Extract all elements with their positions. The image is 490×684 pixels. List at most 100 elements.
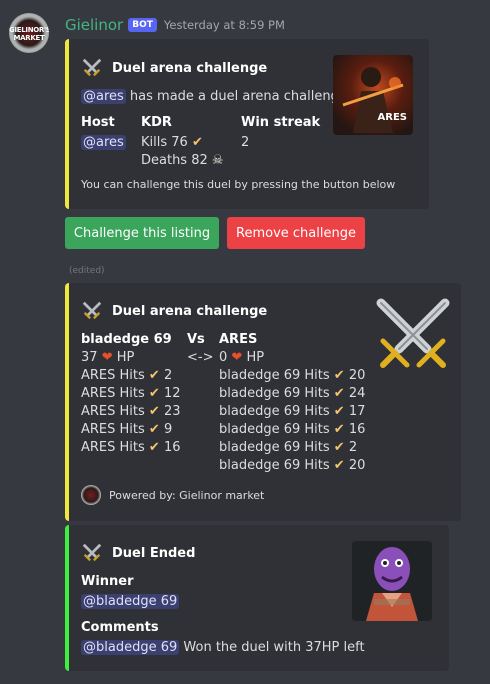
field-host: Host @ares (81, 114, 126, 152)
remove-challenge-button[interactable]: Remove challenge (227, 217, 365, 249)
embed-description: @ares has made a duel arena challenge. (81, 88, 351, 106)
kdr-deaths: Deaths 82 (141, 153, 208, 168)
hit-value: 20 (348, 368, 366, 383)
hit-value: 17 (348, 404, 366, 419)
check-icon: ✔ (144, 386, 164, 401)
check-icon: ✔ (191, 135, 203, 150)
hit-value: 2 (163, 368, 173, 383)
vs-column: Vs <-> (187, 331, 213, 367)
footer-text: Powered by: Gielinor market (109, 488, 265, 502)
crossed-swords-large-icon[interactable] (373, 295, 453, 375)
crossed-swords-icon (82, 58, 102, 77)
mention-winner[interactable]: @bladedge 69 (81, 594, 180, 609)
embed-challenge: Duel arena challenge @ares has made a du… (65, 39, 429, 209)
winner-thumbnail[interactable] (352, 541, 432, 621)
check-icon: ✔ (329, 368, 349, 383)
embed-duel-progress: Duel arena challenge bladedge 69 37 ❤ HP… (65, 283, 461, 521)
hit-row: ARES Hits ✔ 12 (81, 385, 191, 403)
thumb-text: ARES (377, 112, 407, 123)
hit-label: bladedge 69 Hits (219, 422, 330, 437)
player1-name: bladedge 69 (81, 332, 172, 347)
player2-hp-value: 0 (219, 350, 228, 365)
challenge-listing-button[interactable]: Challenge this listing (65, 217, 219, 249)
mention-host[interactable]: @ares (81, 135, 126, 150)
hit-value: 16 (163, 440, 181, 455)
skull-icon: ☠ (211, 153, 224, 168)
player2-column: ARES 0 ❤ HP bladedge 69 Hits ✔ 20 bladedg… (219, 331, 379, 475)
check-icon: ✔ (144, 404, 164, 419)
embed3-title-row: Duel Ended (81, 542, 195, 564)
field-kdr: KDR Kills 76 ✔ Deaths 82 ☠ (141, 114, 224, 170)
timestamp: Yesterday at 8:59 PM (163, 18, 285, 32)
hit-value: 23 (163, 404, 181, 419)
comments-name: Comments (81, 620, 159, 635)
check-icon: ✔ (144, 368, 164, 383)
embed-duel-ended: Duel Ended Winner @bladedge 69 Comments … (65, 525, 449, 671)
hit-label: ARES Hits (81, 440, 145, 455)
field-streak-value: 2 (241, 135, 250, 150)
player1-hp-value: 37 (81, 350, 98, 365)
field-streak: Win streak 2 (241, 114, 320, 152)
mention-ares[interactable]: @ares (81, 89, 126, 104)
edited-label: (edited) (69, 266, 105, 276)
check-icon: ✔ (329, 422, 349, 437)
embed2-title: Duel arena challenge (112, 303, 268, 319)
embed-title-row: Duel arena challenge (81, 57, 267, 79)
crossed-swords-icon (82, 543, 102, 562)
message-header: Gielinor BOT Yesterday at 8:59 PM (65, 15, 285, 35)
author-name[interactable]: Gielinor (65, 16, 123, 34)
check-icon: ✔ (329, 458, 349, 473)
hit-label: bladedge 69 Hits (219, 440, 330, 455)
heart-icon: ❤ (101, 350, 113, 365)
embed-title: Duel arena challenge (112, 60, 268, 76)
field-winner: Winner @bladedge 69 (81, 573, 180, 611)
comments-text: Won the duel with 37HP left (179, 640, 365, 655)
hit-row: bladedge 69 Hits ✔ 17 (219, 403, 379, 421)
hit-row: bladedge 69 Hits ✔ 20 (219, 367, 379, 385)
hit-label: bladedge 69 Hits (219, 386, 330, 401)
winner-name: Winner (81, 574, 134, 589)
field-comments: Comments @bladedge 69 Won the duel with … (81, 619, 365, 657)
field-host-name: Host (81, 115, 115, 130)
vs-label: Vs (187, 332, 205, 347)
hit-row: ARES Hits ✔ 23 (81, 403, 191, 421)
hit-row: bladedge 69 Hits ✔ 16 (219, 421, 379, 439)
crossed-swords-icon (82, 301, 102, 320)
field-kdr-name: KDR (141, 115, 172, 130)
hit-label: ARES Hits (81, 404, 145, 419)
description-text: has made a duel arena challenge. (125, 89, 351, 104)
check-icon: ✔ (329, 440, 349, 455)
hit-label: bladedge 69 Hits (219, 404, 330, 419)
player1-hp: 37 ❤ HP (81, 349, 191, 367)
hit-value: 2 (348, 440, 358, 455)
hit-label: ARES Hits (81, 386, 145, 401)
footer-avatar-icon (81, 485, 101, 505)
field-streak-name: Win streak (241, 115, 321, 130)
hit-value: 24 (348, 386, 366, 401)
hit-value: 16 (348, 422, 366, 437)
hit-label: ARES Hits (81, 368, 145, 383)
mention-comments[interactable]: @bladedge 69 (81, 640, 180, 655)
embed2-footer: Powered by: Gielinor market (81, 485, 264, 505)
avatar-text: GIELINOR'S MARKET (9, 26, 49, 42)
ares-figure-icon (342, 67, 404, 133)
hit-value: 12 (163, 386, 181, 401)
check-icon: ✔ (144, 440, 164, 455)
embed-footer: You can challenge this duel by pressing … (81, 178, 396, 191)
puppet-figure-icon (352, 541, 432, 621)
hit-value: 9 (163, 422, 173, 437)
hit-row: ARES Hits ✔ 16 (81, 439, 191, 457)
bot-tag: BOT (128, 18, 157, 32)
kdr-kills: Kills 76 (141, 135, 188, 150)
arrow-label: <-> (187, 350, 214, 365)
hp-label: HP (246, 350, 265, 365)
hit-label: ARES Hits (81, 422, 145, 437)
hit-row: bladedge 69 Hits ✔ 2 (219, 439, 379, 457)
bot-avatar[interactable]: GIELINOR'S MARKET (9, 13, 49, 53)
hp-label: HP (116, 350, 135, 365)
player1-hits-list: ARES Hits ✔ 2 ARES Hits ✔ 12 ARES Hits ✔ 2… (81, 367, 191, 457)
player2-name: ARES (219, 332, 258, 347)
hit-row: ARES Hits ✔ 9 (81, 421, 191, 439)
ares-thumbnail[interactable]: ARES (333, 55, 413, 135)
hit-label: bladedge 69 Hits (219, 458, 330, 473)
